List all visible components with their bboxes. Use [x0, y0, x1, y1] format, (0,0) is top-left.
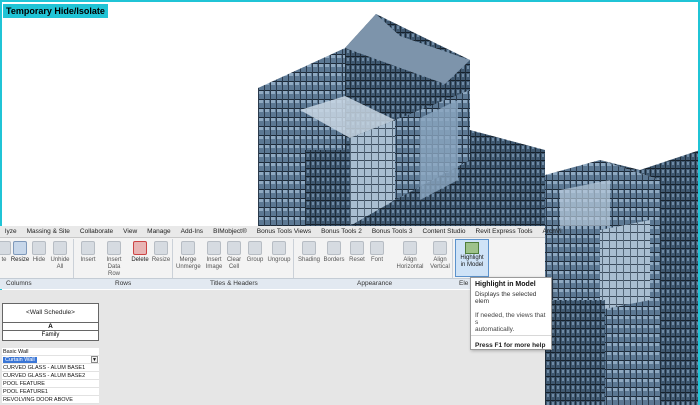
tab-view[interactable]: View	[118, 226, 142, 237]
tab-collaborate[interactable]: Collaborate	[75, 226, 118, 237]
tab-manage[interactable]: Manage	[142, 226, 176, 237]
font-button[interactable]: Font	[365, 241, 389, 264]
column-letter-a[interactable]: A	[2, 323, 99, 331]
tab-content-studio[interactable]: Content Studio	[418, 226, 471, 237]
table-row[interactable]: POOL FEATURE	[2, 380, 99, 388]
highlight-in-model-button[interactable]: Highlight in Model	[455, 239, 489, 277]
ungroup-button[interactable]: Ungroup	[267, 241, 291, 264]
hide-column-icon	[32, 241, 46, 255]
tooltip-extra-description: If needed, the views that s automaticall…	[475, 312, 546, 333]
font-icon	[370, 241, 384, 255]
unhide-all-button[interactable]: Unhide All	[48, 241, 72, 271]
table-row[interactable]: CURVED GLASS - ALUM BASE2	[2, 372, 99, 380]
ribbon-tab-bar: lyze Massing & Site Collaborate View Man…	[0, 226, 562, 238]
temporary-hide-isolate-label: Temporary Hide/Isolate	[3, 4, 108, 18]
table-row[interactable]: CURVED GLASS - ALUM BASE1	[2, 364, 99, 372]
insert-image-icon	[207, 241, 221, 255]
tooltip-help-hint: Press F1 for more help	[471, 335, 551, 349]
merge-unmerge-button[interactable]: Merge Unmerge	[176, 241, 201, 271]
schedule-title: <Wall Schedule>	[2, 303, 99, 323]
panel-columns-label: Columns	[6, 280, 32, 287]
tab-analyze[interactable]: lyze	[0, 226, 22, 237]
tab-bimobject[interactable]: BIMobject®	[208, 226, 252, 237]
column-header-family[interactable]: Family	[2, 331, 99, 341]
group-icon	[248, 241, 262, 255]
align-horizontal-icon	[403, 241, 417, 255]
unhide-all-icon	[53, 241, 67, 255]
schedule-group-label: Basic Wall	[2, 348, 99, 356]
reset-icon	[350, 241, 364, 255]
ribbon-panel-titles: Columns Rows Titles & Headers Appearance…	[0, 278, 545, 289]
tab-revit-express-tools[interactable]: Revit Express Tools	[471, 226, 538, 237]
ungroup-icon	[272, 241, 286, 255]
delete-row-icon	[133, 241, 147, 255]
tab-archvision[interactable]: ArchVi	[538, 226, 567, 237]
insert-row-icon	[81, 241, 95, 255]
merge-unmerge-icon	[181, 241, 195, 255]
shading-icon	[302, 241, 316, 255]
align-vertical-icon	[433, 241, 447, 255]
shading-button[interactable]: Shading	[297, 241, 321, 264]
highlight-in-model-tooltip: Highlight in Model Displays the selected…	[470, 277, 552, 350]
insert-data-row-button[interactable]: Insert Data Row	[102, 241, 126, 278]
panel-element-label: Ele	[459, 280, 469, 287]
clear-cell-icon	[227, 241, 241, 255]
align-vertical-button[interactable]: Align Vertical	[428, 241, 452, 271]
selected-family-value: Curtain Wall	[3, 357, 37, 363]
tab-bonus-tools-3[interactable]: Bonus Tools 3	[367, 226, 418, 237]
borders-button[interactable]: Borders	[322, 241, 346, 264]
tab-massing-site[interactable]: Massing & Site	[22, 226, 75, 237]
table-row[interactable]: REVOLVING DOOR ABOVE	[2, 396, 99, 404]
group-button[interactable]: Group	[243, 241, 267, 264]
tab-add-ins[interactable]: Add-Ins	[176, 226, 208, 237]
tooltip-description: Displays the selected elem	[475, 291, 537, 305]
tooltip-title: Highlight in Model	[475, 281, 536, 288]
dropdown-arrow-icon[interactable]: ▼	[91, 356, 98, 363]
table-row[interactable]: POOL FEATURE1	[2, 388, 99, 396]
borders-icon	[327, 241, 341, 255]
tab-bonus-tools-views[interactable]: Bonus Tools Views	[252, 226, 316, 237]
schedule-rows: Basic Wall Curtain Wall ▼ CURVED GLASS - …	[2, 348, 99, 404]
resize-column-icon	[13, 241, 27, 255]
panel-titles-headers-label: Titles & Headers	[210, 280, 258, 287]
resize-row-button[interactable]: Resize	[149, 241, 173, 264]
resize-row-icon	[154, 241, 168, 255]
tab-bonus-tools-2[interactable]: Bonus Tools 2	[316, 226, 367, 237]
insert-row-button[interactable]: Insert	[76, 241, 100, 264]
family-dropdown-cell[interactable]: Curtain Wall ▼	[2, 356, 99, 364]
align-horizontal-button[interactable]: Align Horizontal	[395, 241, 425, 271]
highlight-in-model-icon	[465, 242, 479, 254]
insert-data-row-icon	[107, 241, 121, 255]
panel-appearance-label: Appearance	[357, 280, 393, 287]
panel-rows-label: Rows	[115, 280, 132, 287]
